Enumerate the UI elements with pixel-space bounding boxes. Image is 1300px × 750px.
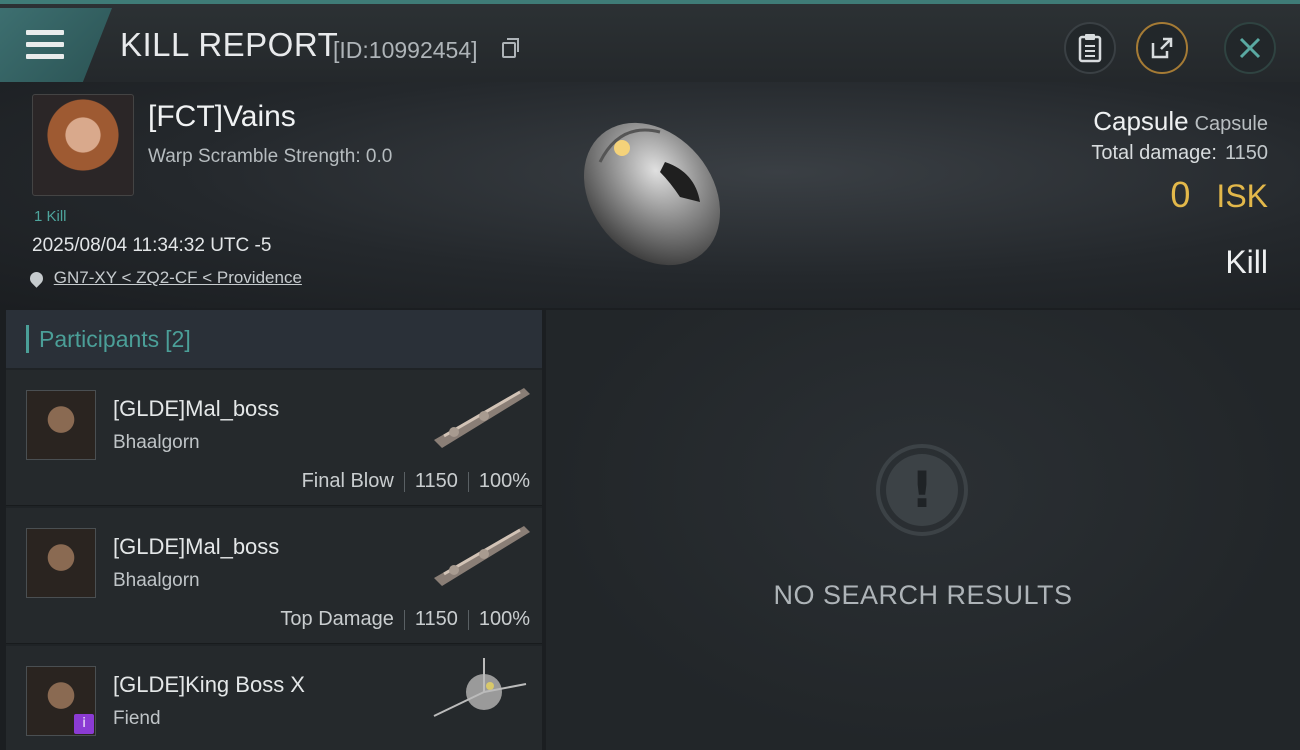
results-panel: ! NO SEARCH RESULTS [546,310,1300,750]
total-damage: Total damage: 1150 [1091,142,1268,165]
no-results-message: NO SEARCH RESULTS [773,580,1073,610]
header-accent-bar [26,325,29,353]
total-damage-value: 1150 [1224,142,1268,164]
close-button[interactable] [1224,22,1276,74]
report-id: [ID:10992454] [333,37,478,63]
victim-panel: [FCT]Vains Warp Scramble Strength: 0.0 1… [0,82,1300,308]
location-pin-icon [27,269,46,288]
participant-ship: Bhaalgorn [113,432,200,453]
participants-header: Participants [2] [6,310,542,368]
ship-icon [434,526,530,586]
page-title: KILL REPORT [120,26,339,63]
menu-icon [26,30,64,60]
isk-amount: 0 [1170,174,1191,215]
participant-name: [GLDE]Mal_boss [113,534,280,559]
menu-button[interactable] [0,8,112,82]
isk-value: 0 ISK [1170,174,1268,216]
kill-count: 1 Kill [34,208,67,225]
avatar [26,528,96,598]
participant-damage: 1150 [414,608,458,630]
participant-stats: Top Damage 1150 100% [280,608,530,631]
victim-portrait[interactable] [32,94,134,196]
ship-type: Capsule Capsule [1093,106,1268,137]
avatar [26,390,96,460]
result-label: Kill [1225,244,1268,280]
location-link[interactable]: GN7-XY < ZQ2-CF < Providence [54,268,302,287]
participant-name: [GLDE]King Boss X [113,672,305,697]
share-icon [1151,37,1173,59]
participant-row[interactable]: [GLDE]Mal_boss Bhaalgorn Final Blow 1150 1… [6,370,542,506]
participant-damage: 1150 [414,470,458,492]
warp-scramble-strength: Warp Scramble Strength: 0.0 [148,146,393,167]
participant-role: Top Damage [280,608,394,630]
participant-stats: Final Blow 1150 100% [302,470,530,493]
participant-row[interactable]: i [GLDE]King Boss X Fiend [6,646,542,750]
participant-role: Final Blow [301,470,394,492]
top-bar: KILL REPORT [ID:10992454] [0,0,1300,82]
clipboard-icon [1078,34,1102,63]
ship-image [583,122,721,266]
participants-label: Participants [39,325,160,352]
total-damage-label: Total damage: [1091,142,1217,164]
participants-panel: Participants [2] [GLDE]Mal_boss Bhaalgor… [6,310,542,750]
participant-percent: 100% [478,608,530,630]
share-button[interactable] [1136,22,1188,74]
timestamp: 2025/08/04 11:34:32 UTC -5 [32,235,272,256]
victim-name[interactable]: [FCT]Vains [148,100,296,134]
participant-ship: Bhaalgorn [113,570,200,591]
info-badge: i [74,714,94,734]
participant-ship: Fiend [113,708,161,729]
location[interactable]: GN7-XY < ZQ2-CF < Providence [27,268,302,288]
ship-name: Capsule [1093,106,1189,136]
participant-name: [GLDE]Mal_boss [113,396,280,421]
copy-icon[interactable] [502,38,519,58]
participants-count: [2] [165,325,191,352]
participant-row[interactable]: [GLDE]Mal_boss Bhaalgorn Top Damage 1150 1… [6,508,542,644]
isk-unit: ISK [1216,178,1268,214]
ship-icon [434,388,530,448]
participant-percent: 100% [478,470,530,492]
exclamation-icon: ! [876,444,968,536]
ship-class: Capsule [1194,113,1268,135]
close-icon [1239,37,1261,59]
clipboard-button[interactable] [1064,22,1116,74]
ship-icon [433,658,527,717]
